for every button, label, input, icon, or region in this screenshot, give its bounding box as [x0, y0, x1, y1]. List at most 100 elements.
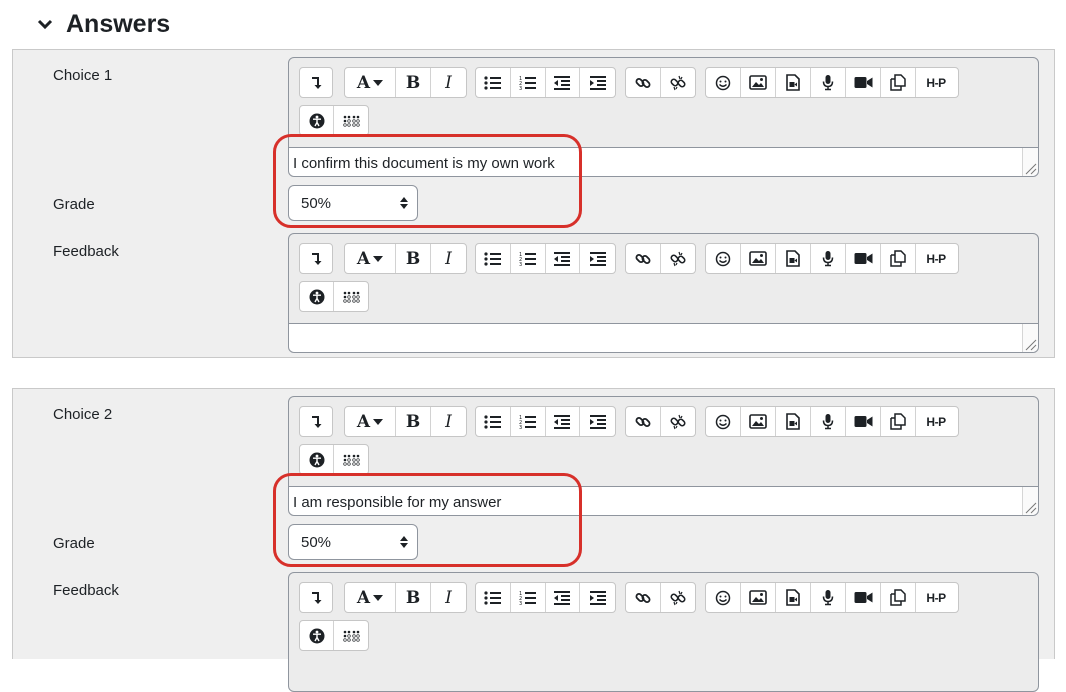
italic-icon[interactable]: I [431, 407, 466, 436]
choice-panel-1: Choice 1 A B I 123 H-P I confirm this do… [12, 49, 1055, 358]
collapse-icon[interactable] [300, 407, 332, 436]
h5p-icon[interactable]: H-P [916, 407, 956, 436]
unlink-icon[interactable] [661, 68, 696, 97]
h5p-icon[interactable]: H-P [916, 68, 956, 97]
outdent-icon[interactable] [546, 244, 581, 273]
record-video-icon[interactable] [846, 68, 881, 97]
outdent-icon[interactable] [546, 583, 581, 612]
emoji-icon[interactable] [706, 244, 741, 273]
resize-handle-icon[interactable] [1023, 500, 1037, 514]
manage-files-icon[interactable] [881, 407, 916, 436]
indent-icon[interactable] [580, 583, 615, 612]
media-icon[interactable] [776, 244, 811, 273]
italic-icon[interactable]: I [431, 68, 466, 97]
font-style-icon[interactable]: A [345, 583, 396, 612]
unordered-list-icon[interactable] [476, 68, 511, 97]
feedback-label: Feedback [53, 243, 119, 260]
image-icon[interactable] [741, 407, 776, 436]
ordered-list-icon[interactable]: 123 [511, 407, 546, 436]
record-video-icon[interactable] [846, 407, 881, 436]
unlink-icon[interactable] [661, 583, 696, 612]
record-video-icon[interactable] [846, 244, 881, 273]
collapse-icon[interactable] [300, 583, 332, 612]
unordered-list-icon[interactable] [476, 583, 511, 612]
section-title: Answers [66, 9, 171, 38]
screenreader-helper-icon[interactable] [334, 445, 368, 474]
font-style-icon[interactable]: A [345, 407, 396, 436]
italic-icon[interactable]: I [431, 583, 466, 612]
link-icon[interactable] [626, 244, 661, 273]
screenreader-helper-icon[interactable] [334, 621, 368, 650]
feedback-editor: A B I 123 H-P [288, 572, 1039, 692]
h5p-icon[interactable]: H-P [916, 244, 956, 273]
grade-label: Grade [53, 196, 95, 213]
grade-value: 50% [301, 194, 332, 212]
emoji-icon[interactable] [706, 583, 741, 612]
bold-icon[interactable]: B [396, 244, 431, 273]
outdent-icon[interactable] [546, 68, 581, 97]
image-icon[interactable] [741, 583, 776, 612]
answer-editor: A B I 123 [288, 396, 1039, 516]
emoji-icon[interactable] [706, 407, 741, 436]
svg-text:3: 3 [519, 425, 522, 429]
chevron-down-icon[interactable] [34, 13, 56, 35]
link-icon[interactable] [626, 583, 661, 612]
accessibility-checker-icon[interactable] [300, 445, 335, 474]
h5p-icon[interactable]: H-P [916, 583, 956, 612]
unordered-list-icon[interactable] [476, 244, 511, 273]
answer-textarea[interactable]: I am responsible for my answer [289, 486, 1038, 515]
link-icon[interactable] [626, 68, 661, 97]
media-icon[interactable] [776, 407, 811, 436]
select-arrows-icon [400, 536, 408, 548]
grade-label: Grade [53, 535, 95, 552]
record-audio-icon[interactable] [811, 68, 846, 97]
collapse-icon[interactable] [300, 244, 332, 273]
ordered-list-icon[interactable]: 123 [511, 68, 546, 97]
manage-files-icon[interactable] [881, 244, 916, 273]
unlink-icon[interactable] [661, 244, 696, 273]
indent-icon[interactable] [580, 407, 615, 436]
italic-icon[interactable]: I [431, 244, 466, 273]
screenreader-helper-icon[interactable] [334, 282, 368, 311]
image-icon[interactable] [741, 244, 776, 273]
grade-select[interactable]: 50% [288, 524, 418, 560]
indent-icon[interactable] [580, 68, 615, 97]
bold-icon[interactable]: B [396, 68, 431, 97]
answer-textarea[interactable]: I confirm this document is my own work [289, 147, 1038, 176]
svg-text:3: 3 [519, 262, 522, 266]
resize-handle-icon[interactable] [1023, 337, 1037, 351]
manage-files-icon[interactable] [881, 68, 916, 97]
grade-value: 50% [301, 533, 332, 551]
resize-handle-icon[interactable] [1023, 161, 1037, 175]
screenreader-helper-icon[interactable] [334, 106, 368, 135]
unordered-list-icon[interactable] [476, 407, 511, 436]
ordered-list-icon[interactable]: 123 [511, 244, 546, 273]
choice-panel-2: Choice 2 A B I 123 H-P I am responsible … [12, 388, 1055, 692]
collapse-icon[interactable] [300, 68, 332, 97]
accessibility-checker-icon[interactable] [300, 282, 335, 311]
bold-icon[interactable]: B [396, 407, 431, 436]
choice-label: Choice 1 [53, 67, 113, 84]
section-header[interactable]: Answers [34, 6, 170, 42]
emoji-icon[interactable] [706, 68, 741, 97]
record-video-icon[interactable] [846, 583, 881, 612]
grade-select[interactable]: 50% [288, 185, 418, 221]
accessibility-checker-icon[interactable] [300, 621, 335, 650]
record-audio-icon[interactable] [811, 244, 846, 273]
manage-files-icon[interactable] [881, 583, 916, 612]
outdent-icon[interactable] [546, 407, 581, 436]
ordered-list-icon[interactable]: 123 [511, 583, 546, 612]
link-icon[interactable] [626, 407, 661, 436]
unlink-icon[interactable] [661, 407, 696, 436]
record-audio-icon[interactable] [811, 583, 846, 612]
image-icon[interactable] [741, 68, 776, 97]
bold-icon[interactable]: B [396, 583, 431, 612]
font-style-icon[interactable]: A [345, 244, 396, 273]
media-icon[interactable] [776, 68, 811, 97]
feedback-textarea[interactable] [289, 323, 1038, 352]
media-icon[interactable] [776, 583, 811, 612]
record-audio-icon[interactable] [811, 407, 846, 436]
accessibility-checker-icon[interactable] [300, 106, 335, 135]
font-style-icon[interactable]: A [345, 68, 396, 97]
indent-icon[interactable] [580, 244, 615, 273]
